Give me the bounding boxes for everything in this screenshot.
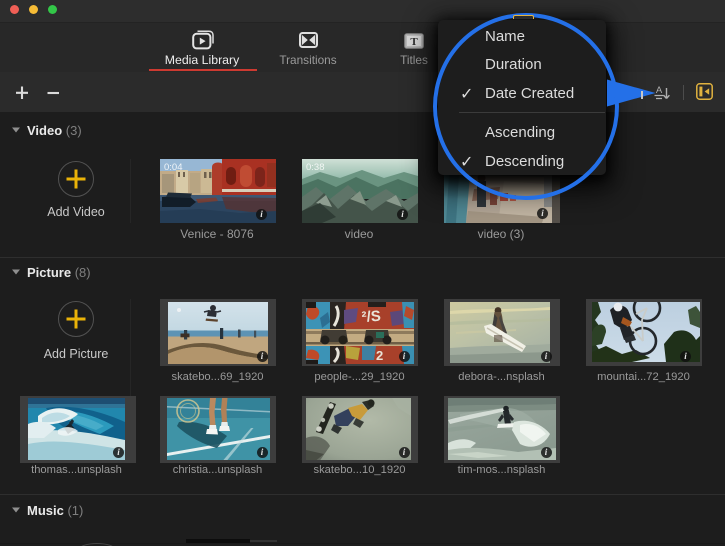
svg-text:²/S: ²/S: [361, 308, 381, 326]
svg-text:0:04: 0:04: [164, 162, 183, 173]
svg-text:2: 2: [376, 348, 383, 363]
svg-text:T: T: [410, 36, 418, 48]
svg-text:0:38: 0:38: [306, 162, 325, 173]
